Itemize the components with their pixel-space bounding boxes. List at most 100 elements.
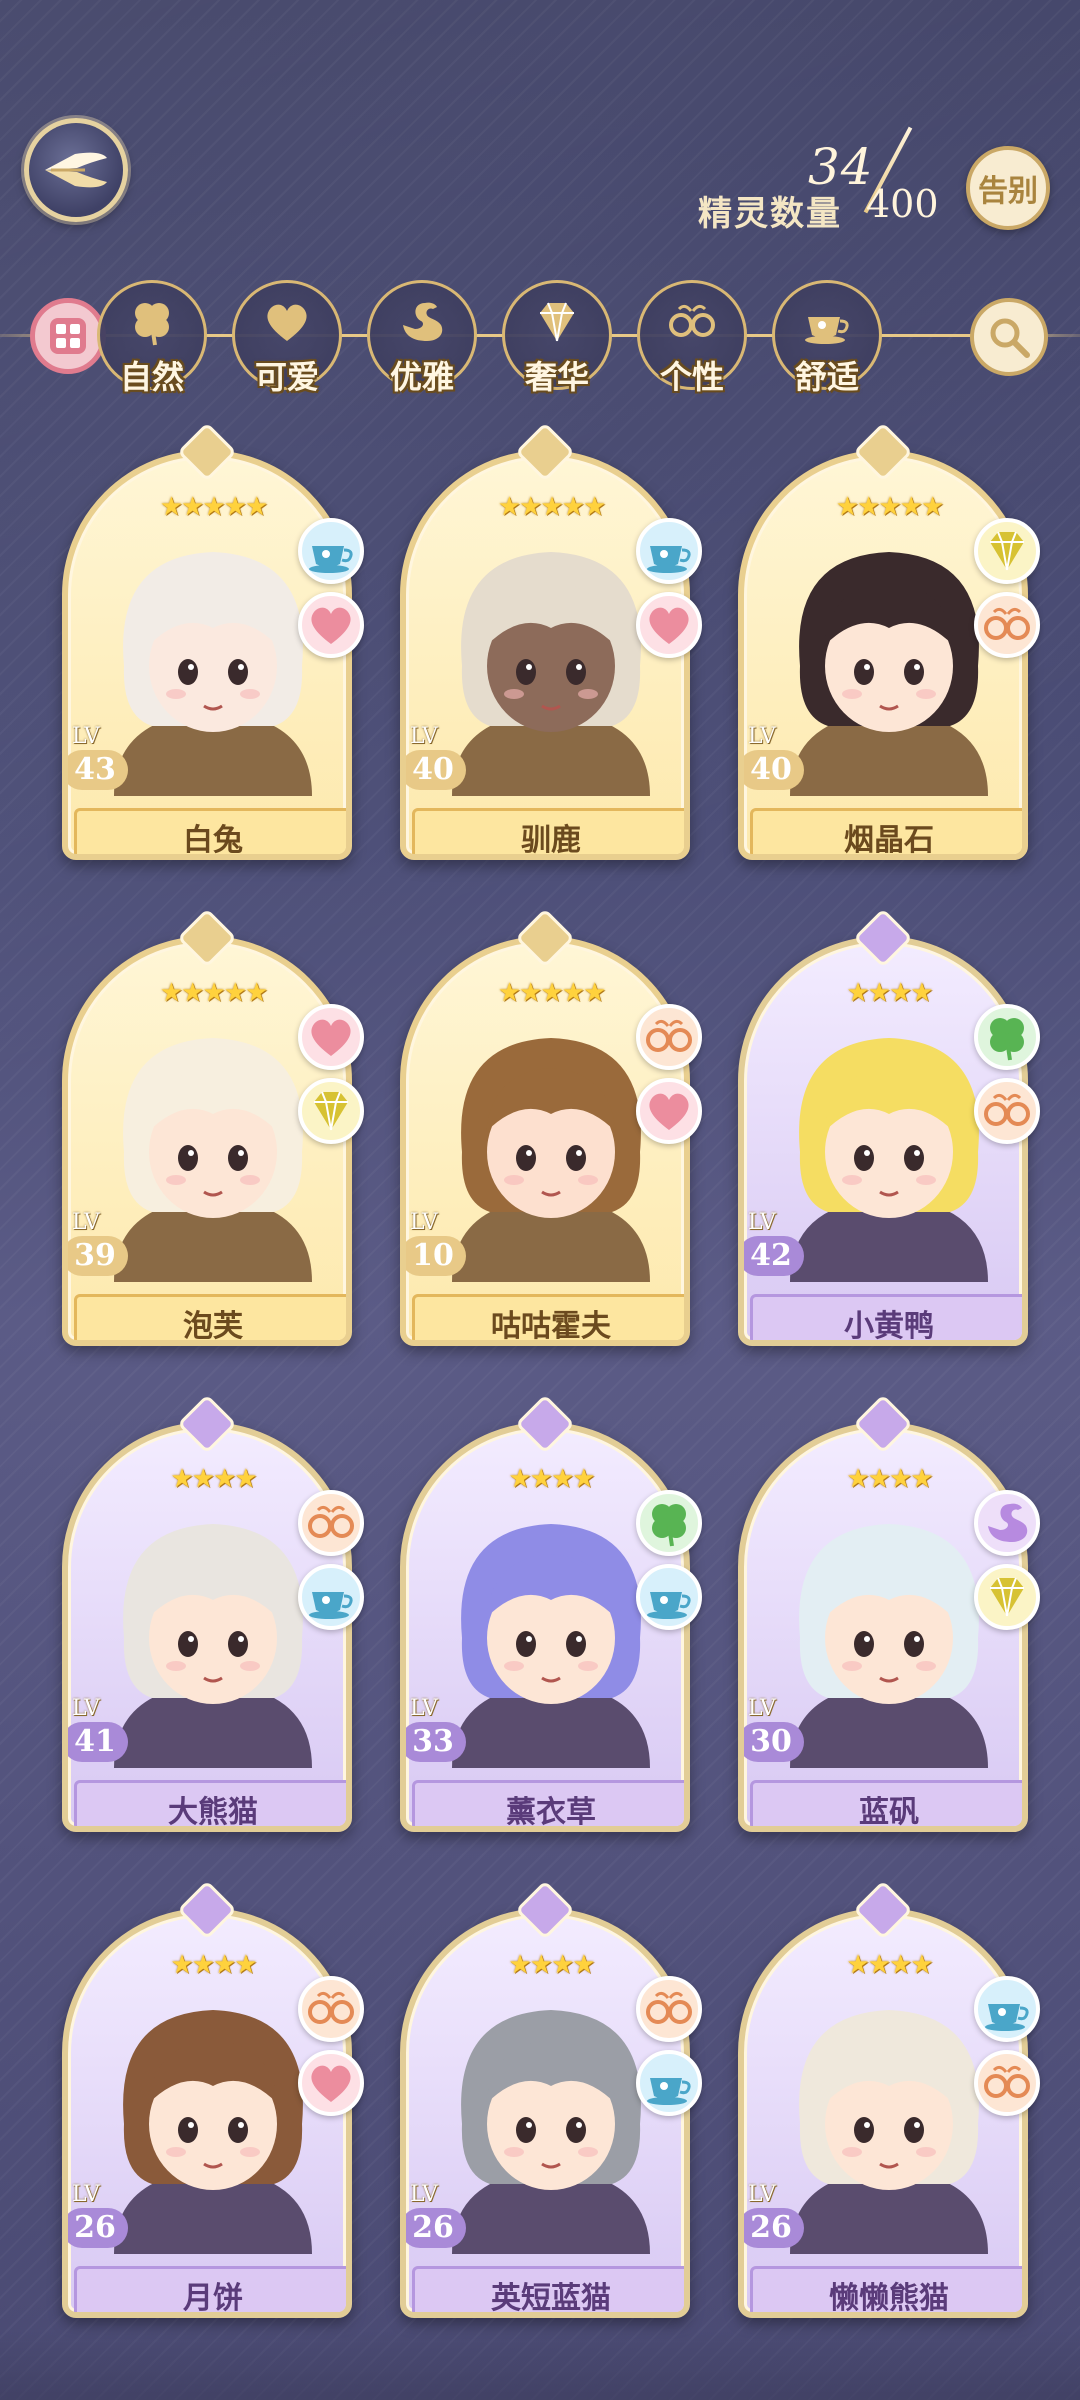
diamond-badge-icon <box>298 1078 364 1144</box>
sprite-name: 薰衣草 <box>412 1780 684 1826</box>
rarity-stars: ★★★★★ <box>835 492 945 522</box>
search-button[interactable] <box>970 298 1048 376</box>
card-frame: ★★★★ LV 26 懒懒熊猫 <box>738 1908 1028 2318</box>
level-label: LV <box>748 1210 776 1235</box>
back-button[interactable] <box>24 118 128 222</box>
glasses-badge-icon <box>298 1976 364 2042</box>
level-tag: LV 39 <box>68 1210 132 1276</box>
level-tag: LV 42 <box>744 1210 808 1276</box>
level-label: LV <box>410 1210 438 1235</box>
sprite-card[interactable]: ★★★★ LV 26 英短蓝猫 <box>400 1884 702 2318</box>
glasses-icon <box>665 295 719 353</box>
sprite-name: 懒懒熊猫 <box>750 2266 1022 2312</box>
grid-icon <box>50 318 86 354</box>
heart-badge-icon <box>636 592 702 658</box>
level-value: 43 <box>68 750 128 790</box>
level-value: 41 <box>68 1722 128 1762</box>
level-value: 26 <box>68 2208 128 2248</box>
level-tag: LV 10 <box>406 1210 470 1276</box>
level-tag: LV 30 <box>744 1696 808 1762</box>
glasses-badge-icon <box>974 2050 1040 2116</box>
search-icon <box>990 318 1030 358</box>
bottom-fade <box>0 2330 1080 2400</box>
level-label: LV <box>410 2182 438 2207</box>
rarity-stars: ★★★★ <box>170 1950 257 1980</box>
level-label: LV <box>748 1696 776 1721</box>
rarity-stars: ★★★★★ <box>159 492 269 522</box>
filter-label: 优雅 <box>389 358 454 396</box>
heart-icon <box>260 295 314 353</box>
filter-label: 自然 <box>119 358 184 396</box>
card-frame: ★★★★ LV 26 英短蓝猫 <box>400 1908 690 2318</box>
level-label: LV <box>72 2182 100 2207</box>
level-value: 30 <box>744 1722 804 1762</box>
level-label: LV <box>72 1696 100 1721</box>
card-frame: ★★★★★ LV 40 驯鹿 <box>400 450 690 860</box>
farewell-button[interactable]: 告别 <box>966 146 1050 230</box>
sprite-card[interactable]: ★★★★ LV 41 大熊猫 <box>62 1398 364 1832</box>
sprite-card[interactable]: ★★★★ LV 26 懒懒熊猫 <box>738 1884 1040 2318</box>
filter-label: 奢华 <box>524 358 589 396</box>
sprite-name: 小黄鸭 <box>750 1294 1022 1340</box>
rarity-stars: ★★★★ <box>508 1464 595 1494</box>
sprite-card[interactable]: ★★★★★ LV 10 咕咕霍夫 <box>400 912 702 1346</box>
sprite-card[interactable]: ★★★★★ LV 43 白兔 <box>62 426 364 860</box>
teacup-badge-icon <box>974 1976 1040 2042</box>
sprite-name: 大熊猫 <box>74 1780 346 1826</box>
rarity-stars: ★★★★★ <box>497 978 607 1008</box>
sprite-card[interactable]: ★★★★★ LV 40 烟晶石 <box>738 426 1040 860</box>
glasses-badge-icon <box>636 1004 702 1070</box>
sprite-card[interactable]: ★★★★ LV 42 小黄鸭 <box>738 912 1040 1346</box>
teacup-badge-icon <box>636 2050 702 2116</box>
level-value: 39 <box>68 1236 128 1276</box>
sprite-card[interactable]: ★★★★★ LV 40 驯鹿 <box>400 426 702 860</box>
heart-badge-icon <box>636 1078 702 1144</box>
teacup-badge-icon <box>298 518 364 584</box>
clover-badge-icon <box>636 1490 702 1556</box>
card-frame: ★★★★ LV 41 大熊猫 <box>62 1422 352 1832</box>
glasses-badge-icon <box>974 1078 1040 1144</box>
sprite-card[interactable]: ★★★★ LV 33 薰衣草 <box>400 1398 702 1832</box>
level-tag: LV 40 <box>406 724 470 790</box>
sprite-card[interactable]: ★★★★ LV 30 蓝矾 <box>738 1398 1040 1832</box>
clover-badge-icon <box>974 1004 1040 1070</box>
level-label: LV <box>410 724 438 749</box>
clover-icon <box>125 295 179 353</box>
diamond-badge-icon <box>974 1564 1040 1630</box>
rarity-stars: ★★★★ <box>846 978 933 1008</box>
card-frame: ★★★★★ LV 39 泡芙 <box>62 936 352 1346</box>
level-tag: LV 40 <box>744 726 808 790</box>
rarity-stars: ★★★★★ <box>159 978 269 1008</box>
count-total: 400 <box>866 182 939 226</box>
heart-badge-icon <box>298 2050 364 2116</box>
level-value: 40 <box>406 750 466 790</box>
level-tag: LV 26 <box>744 2184 808 2248</box>
rarity-stars: ★★★★ <box>846 1950 933 1980</box>
diamond-badge-icon <box>974 518 1040 584</box>
card-frame: ★★★★ LV 33 薰衣草 <box>400 1422 690 1832</box>
level-value: 33 <box>406 1722 466 1762</box>
level-value: 26 <box>744 2208 804 2248</box>
teacup-badge-icon <box>636 518 702 584</box>
level-value: 26 <box>406 2208 466 2248</box>
sprite-name: 泡芙 <box>74 1294 346 1340</box>
level-value: 10 <box>406 1236 466 1276</box>
sprite-name: 英短蓝猫 <box>412 2266 684 2312</box>
rarity-stars: ★★★★ <box>846 1464 933 1494</box>
heart-badge-icon <box>298 592 364 658</box>
level-tag: LV 41 <box>68 1696 132 1762</box>
sprite-card[interactable]: ★★★★ LV 26 月饼 <box>62 1884 364 2318</box>
sprite-card[interactable]: ★★★★★ LV 39 泡芙 <box>62 912 364 1346</box>
sprite-name: 月饼 <box>74 2266 346 2312</box>
level-label: LV <box>72 1210 100 1235</box>
sprite-name: 烟晶石 <box>750 808 1022 854</box>
rarity-stars: ★★★★ <box>170 1464 257 1494</box>
sprite-count: 34 精灵数量 400 <box>690 126 960 238</box>
wing-back-icon <box>45 152 107 188</box>
level-value: 40 <box>744 750 804 790</box>
card-frame: ★★★★★ LV 10 咕咕霍夫 <box>400 936 690 1346</box>
sprite-name: 白兔 <box>74 808 346 854</box>
filter-label: 个性 <box>659 358 724 396</box>
glasses-badge-icon <box>298 1490 364 1556</box>
level-value: 42 <box>744 1236 804 1276</box>
